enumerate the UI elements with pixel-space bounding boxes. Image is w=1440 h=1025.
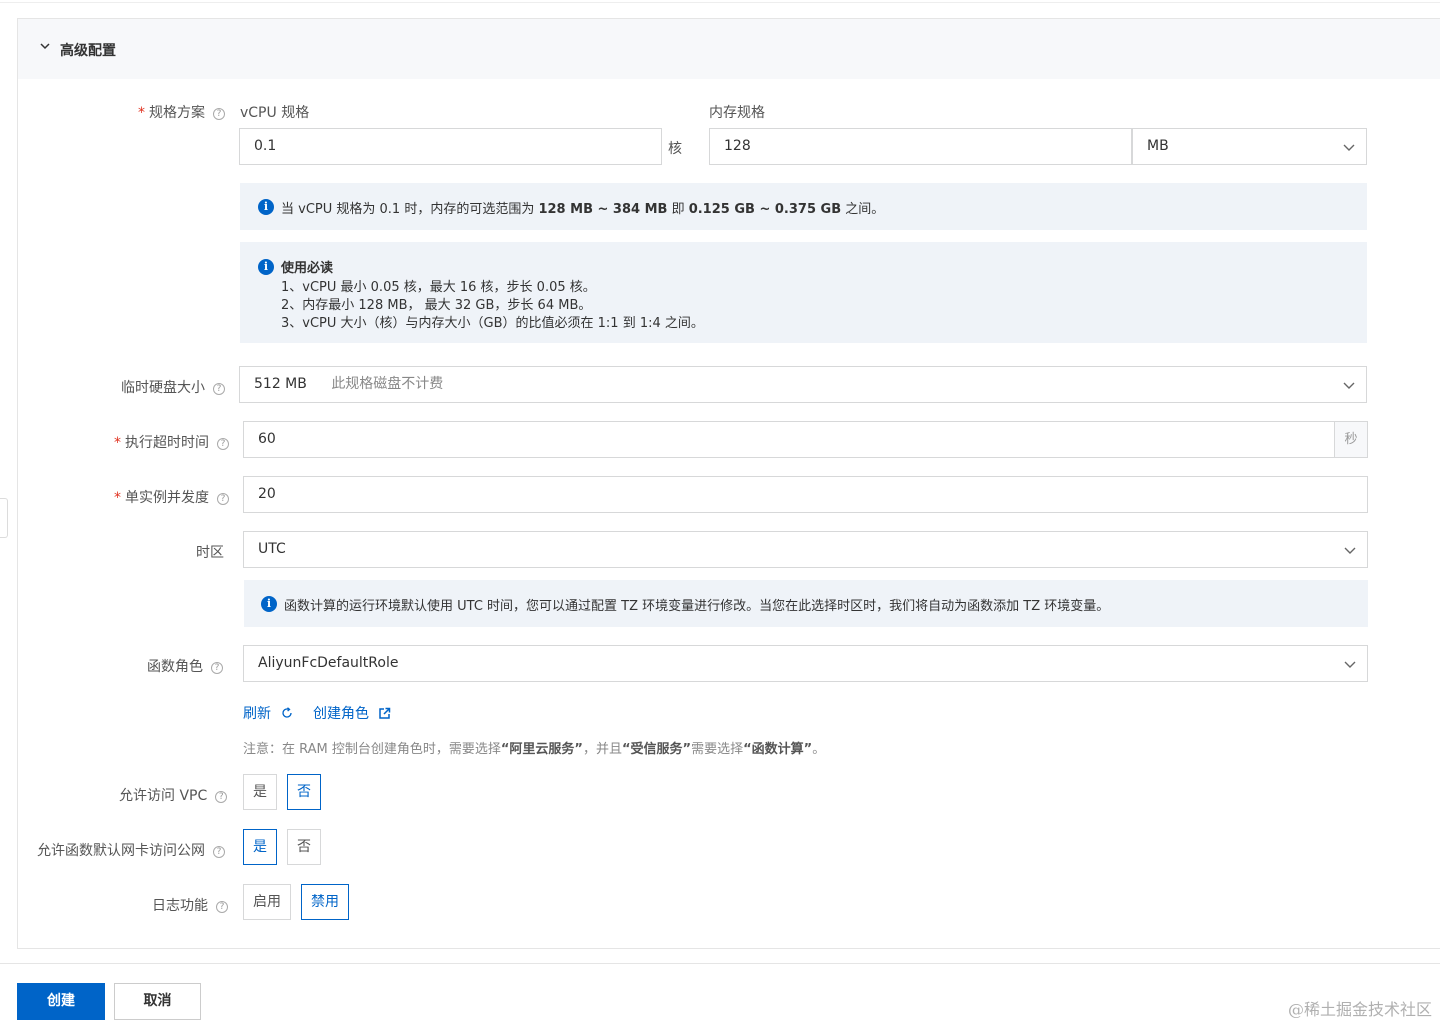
help-icon[interactable]: ? (213, 846, 225, 858)
internet-label: 允许函数默认网卡访问公网? (37, 840, 225, 860)
help-icon[interactable]: ? (216, 901, 228, 913)
external-link-icon (379, 707, 391, 719)
timezone-select[interactable]: UTC (243, 531, 1368, 568)
timezone-info-text: 函数计算的运行环境默认使用 UTC 时间，您可以通过配置 TZ 环境变量进行修改… (284, 599, 1110, 614)
vpc-yes-option[interactable]: 是 (243, 774, 277, 810)
create-role-link[interactable]: 创建角色 (313, 703, 391, 723)
timezone-value: UTC (258, 541, 286, 557)
timezone-info: i 函数计算的运行环境默认使用 UTC 时间，您可以通过配置 TZ 环境变量进行… (244, 580, 1368, 627)
panel-header[interactable]: 高级配置 (18, 19, 1440, 79)
memory-unit-value: MB (1147, 138, 1169, 154)
internet-no-option[interactable]: 否 (287, 829, 321, 865)
spec-range-info: i 当 vCPU 规格为 0.1 时，内存的可选范围为 128 MB ~ 384… (240, 183, 1367, 230)
notice-title: 使用必读 (281, 261, 334, 276)
notice-line: 1、vCPU 最小 0.05 核，最大 16 核，步长 0.05 核。 (281, 280, 596, 295)
role-label: 函数角色? (147, 656, 223, 676)
help-icon[interactable]: ? (217, 438, 229, 450)
help-icon[interactable]: ? (211, 662, 223, 674)
help-icon[interactable]: ? (213, 108, 225, 120)
memory-label: 内存规格 (709, 105, 765, 121)
timeout-input[interactable]: 60 秒 (243, 421, 1368, 458)
top-divider (0, 0, 1440, 3)
notice-line: 3、vCPU 大小（核）与内存大小（GB）的比值必须在 1:1 到 1:4 之间… (281, 316, 704, 331)
chevron-down-icon (1343, 382, 1355, 389)
required-mark: * (138, 105, 145, 121)
concurrency-label: * 单实例并发度? (114, 487, 229, 507)
disk-value: 512 MB (254, 376, 307, 392)
spec-label-text: 规格方案 (149, 105, 205, 121)
watermark: @稀土掘金技术社区 (1287, 1000, 1432, 1019)
memory-value: 128 (724, 138, 751, 154)
cancel-button[interactable]: 取消 (114, 983, 201, 1020)
chevron-down-icon (1343, 144, 1355, 151)
log-enable-option[interactable]: 启用 (243, 884, 291, 920)
log-label: 日志功能? (152, 895, 228, 915)
help-icon[interactable]: ? (215, 791, 228, 803)
chevron-down-icon (1344, 547, 1356, 554)
spec-range-text: 当 vCPU 规格为 0.1 时，内存的可选范围为 128 MB ~ 384 M… (281, 202, 885, 217)
vcpu-unit: 核 (668, 141, 682, 157)
vcpu-label: vCPU 规格 (240, 105, 310, 121)
internet-yes-option[interactable]: 是 (243, 829, 277, 865)
chevron-down-icon (1344, 661, 1356, 668)
timeout-value: 60 (258, 431, 276, 447)
vcpu-value: 0.1 (254, 138, 277, 154)
info-icon: i (258, 199, 274, 215)
chevron-down-icon[interactable] (38, 39, 52, 53)
timezone-label: 时区 (196, 545, 224, 561)
vpc-label: 允许访问 VPC? (119, 785, 228, 805)
vpc-no-option[interactable]: 否 (287, 774, 321, 810)
role-note: 注意：在 RAM 控制台创建角色时，需要选择“阿里云服务”，并且“受信服务”需要… (243, 742, 826, 757)
section-title: 高级配置 (60, 43, 116, 59)
help-icon[interactable]: ? (217, 493, 229, 505)
concurrency-value: 20 (258, 486, 276, 502)
info-icon: i (261, 596, 277, 612)
notice-line: 2、内存最小 128 MB， 最大 32 GB，步长 64 MB。 (281, 298, 592, 313)
log-disable-option[interactable]: 禁用 (301, 884, 349, 920)
refresh-icon (282, 707, 293, 718)
disk-label: 临时硬盘大小? (121, 377, 225, 397)
vcpu-input[interactable]: 0.1 (239, 128, 662, 165)
memory-input[interactable]: 128 (709, 128, 1132, 165)
footer-divider (0, 963, 1440, 964)
help-icon[interactable]: ? (213, 383, 225, 395)
create-button[interactable]: 创建 (17, 983, 105, 1020)
concurrency-input[interactable]: 20 (243, 476, 1368, 513)
disk-note: 此规格磁盘不计费 (331, 376, 444, 392)
spec-label: * 规格方案? (138, 102, 225, 122)
role-value: AliyunFcDefaultRole (258, 655, 399, 671)
usage-notice: i 使用必读 1、vCPU 最小 0.05 核，最大 16 核，步长 0.05 … (240, 242, 1367, 343)
role-select[interactable]: AliyunFcDefaultRole (243, 645, 1368, 682)
timeout-label: * 执行超时时间? (114, 432, 229, 452)
side-collapse-handle[interactable] (0, 498, 8, 538)
memory-unit-select[interactable]: MB (1132, 128, 1367, 165)
timeout-unit: 秒 (1334, 422, 1367, 457)
refresh-link[interactable]: 刷新 (243, 703, 293, 723)
info-icon: i (258, 259, 274, 275)
disk-size-select[interactable]: 512 MB 此规格磁盘不计费 (239, 366, 1367, 403)
